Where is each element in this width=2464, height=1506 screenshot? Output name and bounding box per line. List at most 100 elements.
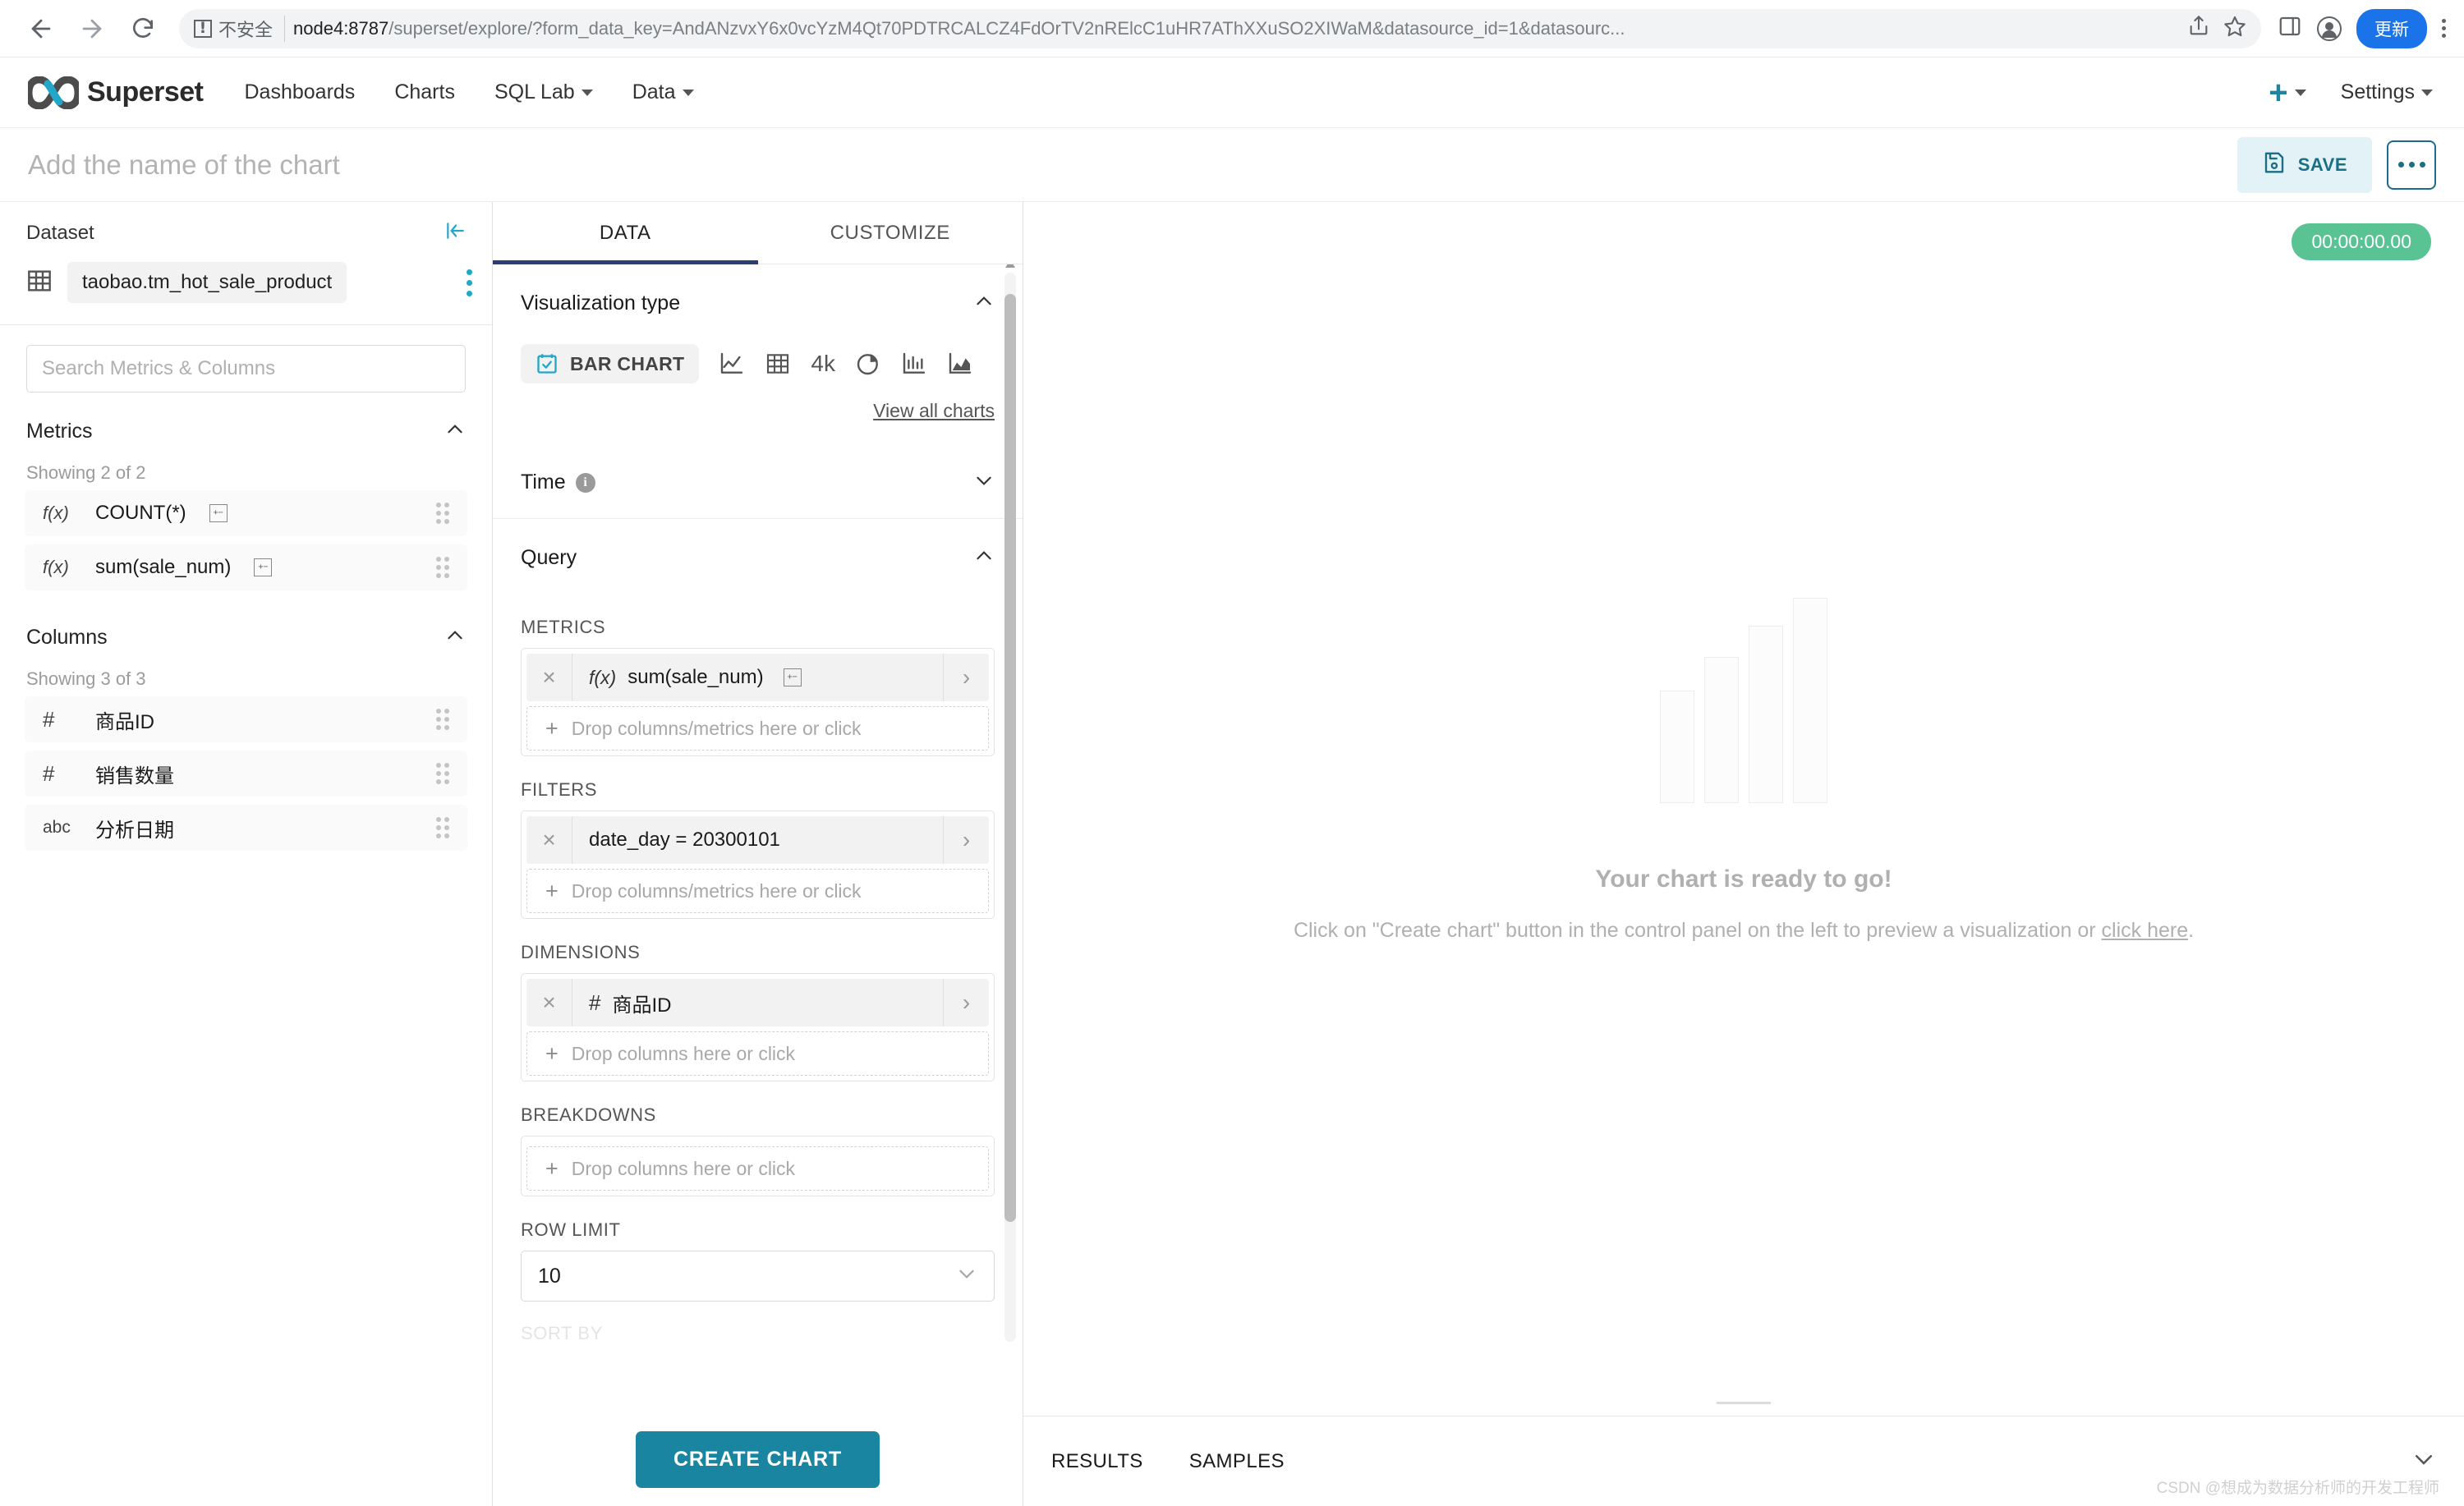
nav-item-charts[interactable]: Charts <box>391 76 458 109</box>
dimensions-selected-item[interactable]: × # 商品ID › <box>526 979 989 1026</box>
tab-results[interactable]: RESULTS <box>1051 1450 1143 1473</box>
tab-customize[interactable]: CUSTOMIZE <box>758 202 1023 264</box>
remove-icon[interactable]: × <box>526 816 572 864</box>
reload-button[interactable] <box>120 6 166 52</box>
viz-type-bar-chart-selected[interactable]: BAR CHART <box>521 344 700 383</box>
control-panel-scrollbar[interactable] <box>1004 264 1016 1342</box>
placeholder-bar-chart <box>1660 597 1827 803</box>
address-bar[interactable]: ! 不安全 node4:8787/superset/explore/?form_… <box>179 8 2261 48</box>
drag-handle-icon[interactable] <box>436 817 449 838</box>
plus-icon: + <box>545 715 559 741</box>
superset-logo[interactable]: Superset <box>25 75 204 110</box>
filters-dnd-box: × date_day = 20300101 › + Drop columns/m… <box>521 810 995 919</box>
results-pane-header: RESULTS SAMPLES CSDN @想成为数据分析师的开发工程师 <box>1023 1402 2464 1506</box>
control-panel-scroll-area: Visualization type BAR CHART 4k View all… <box>493 264 1023 1506</box>
breakdowns-drop-label: Drop columns here or click <box>571 1157 796 1179</box>
forward-button[interactable] <box>69 6 115 52</box>
profile-avatar-icon[interactable] <box>2317 16 2342 41</box>
update-button[interactable]: 更新 <box>2356 8 2427 48</box>
settings-menu[interactable]: Settings <box>2338 76 2436 109</box>
share-icon[interactable] <box>2187 15 2210 42</box>
function-icon: f(x) <box>43 503 69 523</box>
pie-chart-icon[interactable] <box>855 351 881 377</box>
column-item-product-id[interactable]: # 商品ID <box>25 696 467 742</box>
column-item-analysis-date[interactable]: abc 分析日期 <box>25 805 467 851</box>
scrollbar-thumb[interactable] <box>1004 294 1016 1222</box>
dataset-options-icon[interactable] <box>467 269 472 296</box>
placeholder-bar <box>1704 656 1739 803</box>
breakdowns-field-label: BREAKDOWNS <box>521 1104 656 1125</box>
security-indicator[interactable]: ! 不安全 <box>194 15 286 42</box>
view-all-charts-link[interactable]: View all charts <box>493 383 1023 443</box>
ellipsis-icon <box>2408 162 2415 168</box>
chevron-up-icon[interactable] <box>973 291 995 316</box>
chevron-down-icon <box>682 89 694 96</box>
remove-icon[interactable]: × <box>526 654 572 701</box>
histogram-icon[interactable] <box>901 351 927 377</box>
metric-item-count[interactable]: f(x) COUNT(*) +− <box>25 490 467 536</box>
columns-showing-count: Showing 3 of 3 <box>26 668 146 689</box>
plus-icon: + <box>545 878 559 903</box>
dimensions-drop-zone[interactable]: + Drop columns here or click <box>526 1031 989 1076</box>
dataset-name[interactable]: taobao.tm_hot_sale_product <box>67 262 347 303</box>
click-here-link[interactable]: click here <box>2102 919 2189 942</box>
navbar-menu: Dashboards Charts SQL Lab Data <box>241 76 697 109</box>
drag-handle-icon[interactable] <box>436 503 449 524</box>
new-item-button[interactable]: + <box>2265 71 2309 114</box>
nav-item-data[interactable]: Data <box>629 76 697 109</box>
metrics-selected-item[interactable]: × f(x) sum(sale_num) +− › <box>526 654 989 701</box>
side-panel-icon[interactable] <box>2278 14 2302 43</box>
collapse-panel-icon[interactable] <box>444 220 466 246</box>
back-button[interactable] <box>18 6 64 52</box>
chart-title-input[interactable]: Add the name of the chart <box>28 149 340 181</box>
dimension-value-label: 商品ID <box>612 994 672 1017</box>
tab-data[interactable]: DATA <box>493 202 758 264</box>
column-item-sale-count[interactable]: # 销售数量 <box>25 751 467 797</box>
search-metrics-columns-input[interactable] <box>26 345 466 393</box>
browser-menu-icon[interactable] <box>2442 19 2446 38</box>
chevron-up-icon[interactable] <box>973 545 995 571</box>
chevron-down-icon <box>2421 89 2433 96</box>
filters-selected-item[interactable]: × date_day = 20300101 › <box>526 816 989 864</box>
more-options-button[interactable] <box>2387 140 2436 190</box>
chevron-up-icon[interactable] <box>444 625 466 650</box>
drag-handle-icon[interactable] <box>436 557 449 578</box>
url-path: /superset/explore/?form_data_key=AndANzv… <box>388 17 1625 39</box>
drag-handle-icon[interactable] <box>436 763 449 784</box>
drag-handle-icon[interactable] <box>436 709 449 730</box>
metric-item-sum-sale-num[interactable]: f(x) sum(sale_num) +− <box>25 544 467 590</box>
chevron-right-icon[interactable]: › <box>943 979 989 1026</box>
tab-samples[interactable]: SAMPLES <box>1189 1450 1285 1473</box>
calculator-icon: +− <box>254 558 273 576</box>
chevron-up-icon[interactable] <box>444 419 466 444</box>
chevron-right-icon[interactable]: › <box>943 654 989 701</box>
scroll-up-arrow-icon[interactable] <box>1005 264 1015 268</box>
explore-workspace: Dataset taobao.tm_hot_sale_product Metri… <box>0 202 2464 1506</box>
row-limit-select[interactable]: 10 <box>521 1251 995 1302</box>
column-label: 销售数量 <box>95 764 174 787</box>
metrics-drop-zone[interactable]: + Drop columns/metrics here or click <box>526 706 989 751</box>
area-chart-icon[interactable] <box>947 351 973 377</box>
pane-resize-handle[interactable] <box>1717 1402 1771 1404</box>
big-number-4k-icon[interactable]: 4k <box>811 351 835 377</box>
collapse-results-chevron-icon[interactable] <box>2411 1447 2436 1476</box>
create-chart-button[interactable]: CREATE CHART <box>636 1431 880 1488</box>
line-chart-icon[interactable] <box>719 351 745 377</box>
nav-item-label: Charts <box>394 80 455 103</box>
breakdowns-drop-zone[interactable]: + Drop columns here or click <box>526 1146 989 1191</box>
nav-item-sql-lab[interactable]: SQL Lab <box>491 76 596 109</box>
remove-icon[interactable]: × <box>526 979 572 1026</box>
viz-type-section-title: Visualization type <box>521 292 681 315</box>
chevron-down-icon[interactable] <box>973 470 995 495</box>
bookmark-star-icon[interactable] <box>2223 15 2246 42</box>
table-icon[interactable] <box>765 351 791 377</box>
chevron-right-icon[interactable]: › <box>943 816 989 864</box>
nav-item-dashboards[interactable]: Dashboards <box>241 76 359 109</box>
ellipsis-icon <box>2397 162 2404 168</box>
numeric-type-icon: # <box>43 706 55 732</box>
info-icon[interactable]: i <box>575 472 595 493</box>
url-host: node4:8787 <box>293 17 389 39</box>
save-button[interactable]: SAVE <box>2236 136 2372 193</box>
filters-drop-zone[interactable]: + Drop columns/metrics here or click <box>526 869 989 913</box>
query-timer-badge: 00:00:00.00 <box>2292 223 2431 260</box>
